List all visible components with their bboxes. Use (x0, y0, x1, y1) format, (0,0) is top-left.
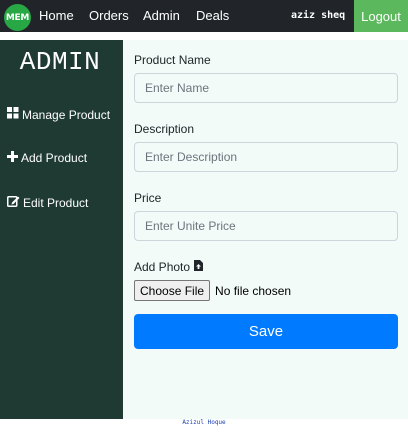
sidebar-item-manage-product[interactable]: Manage Product (7, 107, 110, 122)
top-navbar: MEM Home Orders Admin Deals aziz sheq Lo… (0, 0, 408, 32)
grid-icon (7, 107, 22, 122)
choose-file-button[interactable]: Choose File (134, 280, 211, 301)
admin-sidebar: ADMIN Manage Product Add Product Edit Pr… (0, 40, 123, 419)
edit-icon (7, 195, 23, 210)
sidebar-item-edit-product[interactable]: Edit Product (7, 195, 88, 210)
price-label: Price (134, 191, 162, 205)
add-photo-label: Add Photo (134, 260, 204, 274)
sidebar-item-add-product[interactable]: Add Product (7, 151, 87, 165)
file-status-text: No file chosen (215, 283, 292, 298)
sidebar-item-label: Manage Product (22, 107, 111, 122)
username-label: aziz sheq (291, 10, 346, 21)
sidebar-item-label: Edit Product (23, 195, 89, 210)
price-input[interactable] (134, 211, 398, 241)
brand-logo[interactable]: MEM (4, 4, 31, 31)
logout-button[interactable]: Logout (354, 0, 408, 32)
product-name-input[interactable] (134, 73, 398, 103)
footer-credit: Azizul Hoque (182, 419, 226, 426)
plus-icon (7, 151, 21, 165)
description-label: Description (134, 122, 195, 136)
nav-home-link[interactable]: Home (39, 8, 74, 23)
add-photo-text: Add Photo (134, 260, 191, 274)
sidebar-item-label: Add Product (21, 151, 88, 165)
nav-deals-link[interactable]: Deals (196, 8, 229, 23)
save-button[interactable]: Save (134, 314, 398, 349)
nav-orders-link[interactable]: Orders (89, 8, 129, 23)
file-upload-icon (190, 260, 204, 274)
product-name-label: Product Name (134, 53, 211, 67)
add-product-form: Product Name Description Price Add Photo… (123, 40, 408, 419)
file-picker: Choose File No file chosen (134, 280, 291, 301)
nav-admin-link[interactable]: Admin (143, 8, 180, 23)
description-input[interactable] (134, 142, 398, 172)
sidebar-title: ADMIN (19, 47, 101, 77)
